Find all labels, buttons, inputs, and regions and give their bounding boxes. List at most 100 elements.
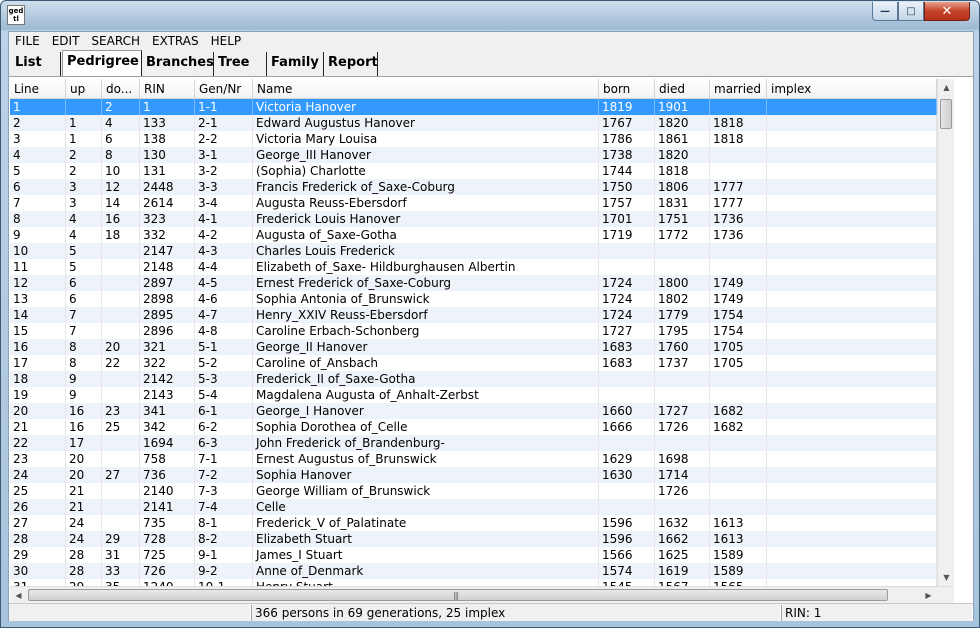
tab-tree[interactable]: Tree [214, 52, 267, 76]
header-col-line[interactable]: Line [10, 79, 66, 99]
cell-col-died: 1800 [655, 275, 710, 291]
horizontal-scroll-thumb[interactable]: ||| [28, 589, 888, 601]
title-bar[interactable]: ged tl — □ ✕ [1, 1, 979, 29]
table-row[interactable]: 17 8 22 322 5-2 Caroline of_Ansbach 1683 1737 17… [10, 355, 937, 371]
table-row[interactable]: 2 1 4 133 2-1 Edward Augustus Hanover 1767 1820… [10, 115, 937, 131]
table-row[interactable]: 26 21 2141 7-4 Celle [10, 499, 937, 515]
menu-edit[interactable]: EDIT [46, 32, 86, 50]
scroll-left-icon[interactable]: ◀ [10, 587, 27, 604]
table-row[interactable]: 8 4 16 323 4-1 Frederick Louis Hanover 1701 175… [10, 211, 937, 227]
table-row[interactable]: 27 24 735 8-1 Frederick_V of_Palatinate 1596 1… [10, 515, 937, 531]
table-row[interactable]: 25 21 2140 7-3 George William of_Brunswick 17… [10, 483, 937, 499]
table-row[interactable]: 16 8 20 321 5-1 George_II Hanover 1683 1760 1705 [10, 339, 937, 355]
vertical-scrollbar[interactable]: ▲ ▼ [937, 79, 954, 586]
table-row[interactable]: 10 5 2147 4-3 Charles Louis Frederick [10, 243, 937, 259]
header-col-gen-nr[interactable]: Gen/Nr [195, 79, 253, 99]
table-row[interactable]: 13 6 2898 4-6 Sophia Antonia of_Brunswick 172… [10, 291, 937, 307]
menu-search[interactable]: SEARCH [85, 32, 146, 50]
table-row[interactable]: 9 4 18 332 4-2 Augusta of_Saxe-Gotha 1719 1772 1… [10, 227, 937, 243]
table-row[interactable]: 6 3 12 2448 3-3 Francis Frederick of_Saxe-Cob… [10, 179, 937, 195]
menu-file[interactable]: FILE [9, 32, 46, 50]
status-rin: RIN: 1 [781, 605, 973, 621]
cell-col-gen-nr: 5-3 [195, 371, 253, 387]
minimize-button[interactable]: — [872, 2, 898, 21]
scroll-right-icon[interactable]: ▶ [920, 587, 937, 604]
cell-col-name: Sophia Antonia of_Brunswick [253, 291, 599, 307]
pedigree-grid[interactable]: Line up do... RIN Gen/Nr Name born died married i… [10, 79, 937, 586]
horizontal-scrollbar[interactable]: ◀ ||| ▶ [10, 586, 954, 603]
scroll-up-icon[interactable]: ▲ [938, 79, 955, 96]
maximize-button[interactable]: □ [898, 2, 924, 21]
table-row[interactable]: 30 28 33 726 9-2 Anne of_Denmark 1574 1619 1589 [10, 563, 937, 579]
cell-col-married: 1589 [710, 547, 767, 563]
table-row[interactable]: 21 16 25 342 6-2 Sophia Dorothea of_Celle 1666… [10, 419, 937, 435]
cell-col-implex [767, 179, 937, 195]
cell-col-born: 1738 [599, 147, 655, 163]
header-col-born[interactable]: born [599, 79, 655, 99]
table-row[interactable]: 19 9 2143 5-4 Magdalena Augusta of_Anhalt-Ze… [10, 387, 937, 403]
cell-col-married: 1749 [710, 291, 767, 307]
cell-col-died: 1727 [655, 403, 710, 419]
cell-col-line: 14 [10, 307, 66, 323]
header-col-implex[interactable]: implex [767, 79, 937, 99]
table-row[interactable]: 14 7 2895 4-7 Henry_XXIV Reuss-Ebersdorf 1724… [10, 307, 937, 323]
header-col-married[interactable]: married [710, 79, 767, 99]
table-row[interactable]: 23 20 758 7-1 Ernest Augustus of_Brunswick 16… [10, 451, 937, 467]
cell-col-born: 1545 [599, 579, 655, 586]
cell-col-married [710, 259, 767, 275]
tab-report[interactable]: Report [324, 52, 378, 76]
cell-col-line: 8 [10, 211, 66, 227]
tab-branches[interactable]: Branches [142, 52, 214, 76]
tab-family[interactable]: Family [267, 52, 324, 76]
table-row[interactable]: 11 5 2148 4-4 Elizabeth of_Saxe- Hildburghau… [10, 259, 937, 275]
cell-col-died: 1619 [655, 563, 710, 579]
cell-col-implex [767, 275, 937, 291]
menu-help[interactable]: HELP [205, 32, 248, 50]
cell-col-name: Victoria Hanover [253, 99, 599, 115]
header-col-down[interactable]: do... [102, 79, 140, 99]
table-row[interactable]: 18 9 2142 5-3 Frederick_II of_Saxe-Gotha [10, 371, 937, 387]
cell-col-line: 10 [10, 243, 66, 259]
cell-col-born: 1819 [599, 99, 655, 115]
table-row[interactable]: 28 24 29 728 8-2 Elizabeth Stuart 1596 1662 1613 [10, 531, 937, 547]
cell-col-born: 1719 [599, 227, 655, 243]
cell-col-died [655, 243, 710, 259]
cell-col-rin: 2140 [140, 483, 195, 499]
header-col-name[interactable]: Name [253, 79, 599, 99]
cell-col-rin: 736 [140, 467, 195, 483]
cell-col-born [599, 371, 655, 387]
cell-col-down: 27 [102, 467, 140, 483]
header-col-died[interactable]: died [655, 79, 710, 99]
table-row[interactable]: 4 2 8 130 3-1 George_III Hanover 1738 1820 [10, 147, 937, 163]
cell-col-name: (Sophia) Charlotte [253, 163, 599, 179]
cell-col-name: Elizabeth Stuart [253, 531, 599, 547]
menu-extras[interactable]: EXTRAS [146, 32, 205, 50]
cell-col-rin: 138 [140, 131, 195, 147]
vertical-scroll-thumb[interactable] [940, 99, 952, 129]
app-icon[interactable]: ged tl [7, 5, 25, 25]
cell-col-line: 9 [10, 227, 66, 243]
cell-col-gen-nr: 8-2 [195, 531, 253, 547]
table-row[interactable]: 29 28 31 725 9-1 James_I Stuart 1566 1625 1589 [10, 547, 937, 563]
table-row[interactable]: 12 6 2897 4-5 Ernest Frederick of_Saxe-Cobur… [10, 275, 937, 291]
tab-pedrigree[interactable]: Pedrigree [62, 50, 142, 76]
table-row[interactable]: 5 2 10 131 3-2 (Sophia) Charlotte 1744 1818 [10, 163, 937, 179]
scroll-down-icon[interactable]: ▼ [938, 569, 955, 586]
header-col-up[interactable]: up [66, 79, 102, 99]
table-row[interactable]: 20 16 23 341 6-1 George_I Hanover 1660 1727 1682 [10, 403, 937, 419]
table-row[interactable]: 15 7 2896 4-8 Caroline Erbach-Schonberg 1727 1… [10, 323, 937, 339]
table-row[interactable]: 1 2 1 1-1 Victoria Hanover 1819 1901 [10, 99, 937, 115]
table-row[interactable]: 22 17 1694 6-3 John Frederick of_Brandenburg… [10, 435, 937, 451]
cell-col-name: George_II Hanover [253, 339, 599, 355]
table-row[interactable]: 3 1 6 138 2-2 Victoria Mary Louisa 1786 1861 181… [10, 131, 937, 147]
cell-col-implex [767, 419, 937, 435]
cell-col-gen-nr: 2-2 [195, 131, 253, 147]
cell-col-down: 22 [102, 355, 140, 371]
table-row[interactable]: 312935124010-1Henry Stuart154515671565 [10, 579, 937, 586]
close-button[interactable]: ✕ [924, 2, 970, 21]
table-row[interactable]: 24 20 27 736 7-2 Sophia Hanover 1630 1714 [10, 467, 937, 483]
table-row[interactable]: 7 3 14 2614 3-4 Augusta Reuss-Ebersdorf 1757 18… [10, 195, 937, 211]
cell-col-born: 1727 [599, 323, 655, 339]
header-col-rin[interactable]: RIN [140, 79, 195, 99]
tab-list[interactable]: List [11, 52, 61, 76]
